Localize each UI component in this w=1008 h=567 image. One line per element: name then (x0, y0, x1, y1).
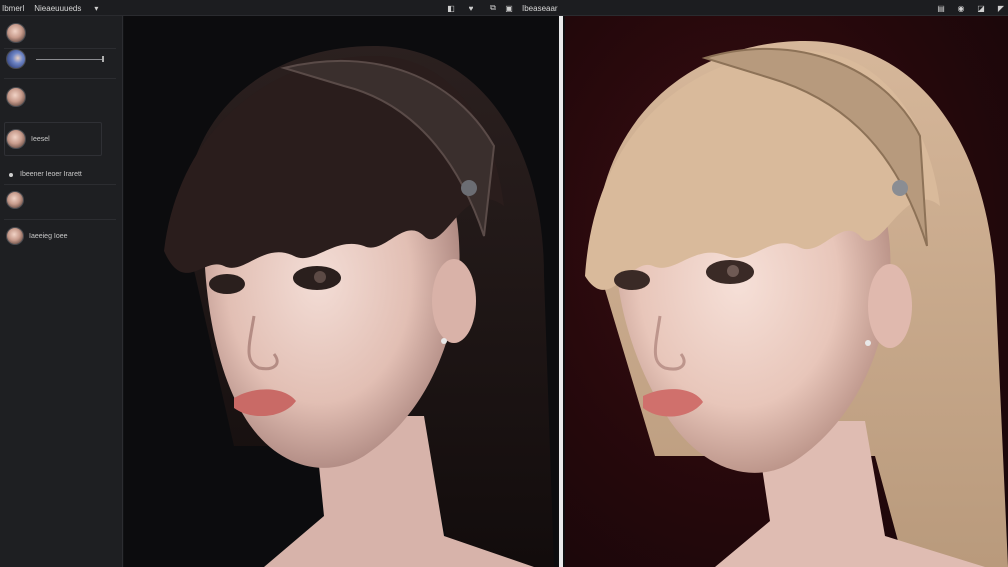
layer-item-7[interactable]: Iaeeieg Ioee (6, 227, 68, 245)
canvas-before[interactable] (124, 16, 557, 567)
layer-item-2[interactable] (6, 49, 104, 69)
compare-slider-divider[interactable] (559, 16, 563, 567)
layers-icon[interactable]: ◧ (446, 3, 456, 13)
layer-thumbnail (6, 227, 24, 245)
layer-divider (4, 219, 116, 220)
top-menu-right: ⧉ ▣ Ibeaseaar (488, 0, 558, 16)
portrait-blonde-hair (585, 41, 1008, 567)
image-editor-app: Ibmerl Nieaeuuueds ▾ ◧ ♥ ⧉ ▣ Ibeaseaar ▤… (0, 0, 1008, 567)
layer-item-5[interactable]: Ibeener Ieoer Irarett (6, 171, 82, 178)
menu-item-2[interactable]: Nieaeuuueds (34, 4, 81, 13)
layer-item-6[interactable] (6, 191, 29, 209)
menu-item-right[interactable]: Ibeaseaar (522, 4, 558, 13)
layer-item-4[interactable]: Ieesel (6, 129, 50, 149)
image-icon[interactable]: ▣ (504, 3, 514, 13)
layer-divider (4, 78, 116, 79)
layer-item-3[interactable] (6, 87, 31, 107)
copy-icon[interactable]: ⧉ (488, 3, 498, 13)
opacity-slider[interactable] (36, 55, 104, 62)
canvas-after[interactable] (565, 16, 1008, 567)
layer-label: Iaeeieg Ioee (29, 232, 68, 240)
layer-label: Ibeener Ieoer Irarett (20, 171, 82, 178)
top-tools-right: ▤ ◉ ◪ ◤ (936, 0, 1006, 16)
top-menu-left: Ibmerl Nieaeuuueds ▾ (0, 0, 101, 16)
top-tools-middle: ◧ ♥ (446, 0, 476, 16)
bullet-icon (9, 172, 13, 177)
globe-icon[interactable]: ◉ (956, 3, 966, 13)
layer-thumbnail (6, 129, 26, 149)
layers-panel: Ieesel Ibeener Ieoer Irarett Iaeeieg Ioe… (0, 16, 123, 567)
layer-thumbnail (6, 49, 26, 69)
layer-item-1[interactable] (6, 23, 31, 43)
layer-label: Ieesel (31, 135, 50, 143)
portrait-dark-hair (164, 46, 554, 567)
cursor-icon[interactable]: ◤ (996, 3, 1006, 13)
slider-handle[interactable] (102, 55, 104, 62)
eraser-icon[interactable]: ◪ (976, 3, 986, 13)
pin-icon[interactable]: ▾ (91, 3, 101, 13)
layer-thumbnail (6, 23, 26, 43)
top-toolbar: Ibmerl Nieaeuuueds ▾ ◧ ♥ ⧉ ▣ Ibeaseaar ▤… (0, 0, 1008, 16)
layer-thumbnail (6, 191, 24, 209)
stack-icon[interactable]: ▤ (936, 3, 946, 13)
menu-item-1[interactable]: Ibmerl (2, 4, 24, 13)
layer-thumbnail (6, 87, 26, 107)
heart-icon[interactable]: ♥ (466, 3, 476, 13)
layer-divider (4, 184, 116, 185)
